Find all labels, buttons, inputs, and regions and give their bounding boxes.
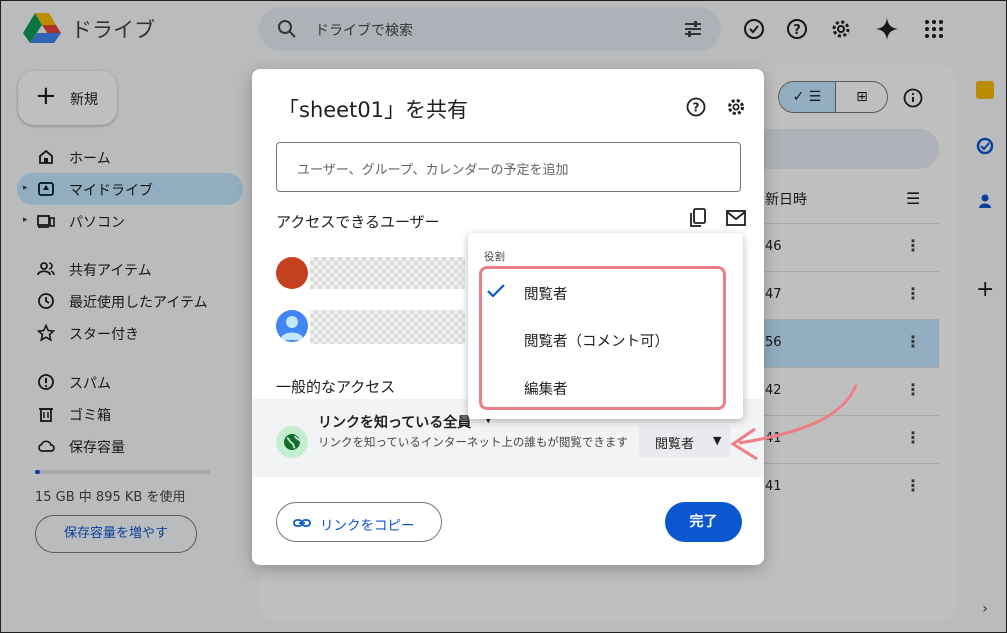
add-people-input[interactable]: ユーザー、グループ、カレンダーの予定を追加 xyxy=(276,142,741,192)
copy-link-label: リンクをコピー xyxy=(320,518,415,534)
role-option-editor[interactable]: 編集者 xyxy=(524,378,568,399)
copy-emails-icon[interactable] xyxy=(688,207,708,229)
avatar xyxy=(276,310,308,342)
link-access-scope-select[interactable]: リンクを知っている全員 xyxy=(318,412,471,432)
redacted-user-info xyxy=(310,310,465,344)
done-button[interactable]: 完了 xyxy=(665,502,742,542)
redacted-user-info xyxy=(310,257,465,289)
dialog-title: 「sheet01」を共有 xyxy=(278,98,469,122)
role-menu-header: 役割 xyxy=(484,251,505,263)
link-role-select[interactable]: 閲覧者 ▼ xyxy=(639,425,731,457)
copy-link-button[interactable]: リンクをコピー xyxy=(276,502,442,542)
annotation-arrow-icon xyxy=(730,384,858,461)
role-option-commenter[interactable]: 閲覧者（コメント可） xyxy=(524,330,669,351)
role-menu: 役割 閲覧者 閲覧者（コメント可） 編集者 xyxy=(468,233,743,419)
link-icon xyxy=(293,519,311,527)
role-option-viewer[interactable]: 閲覧者 xyxy=(524,283,568,304)
avatar xyxy=(276,257,308,289)
globe-icon xyxy=(276,426,308,458)
settings-icon[interactable] xyxy=(725,96,747,118)
help-icon[interactable]: ? xyxy=(685,96,707,118)
svg-text:?: ? xyxy=(693,101,700,115)
email-icon[interactable] xyxy=(725,209,747,227)
link-access-description: リンクを知っているインターネット上の誰もが閲覧できます xyxy=(318,435,628,449)
person-icon xyxy=(280,316,304,340)
link-role-value: 閲覧者 xyxy=(655,437,695,452)
general-access-heading: 一般的なアクセス xyxy=(276,378,396,396)
check-icon xyxy=(487,284,505,298)
people-with-access-heading: アクセスできるユーザー xyxy=(276,213,440,231)
